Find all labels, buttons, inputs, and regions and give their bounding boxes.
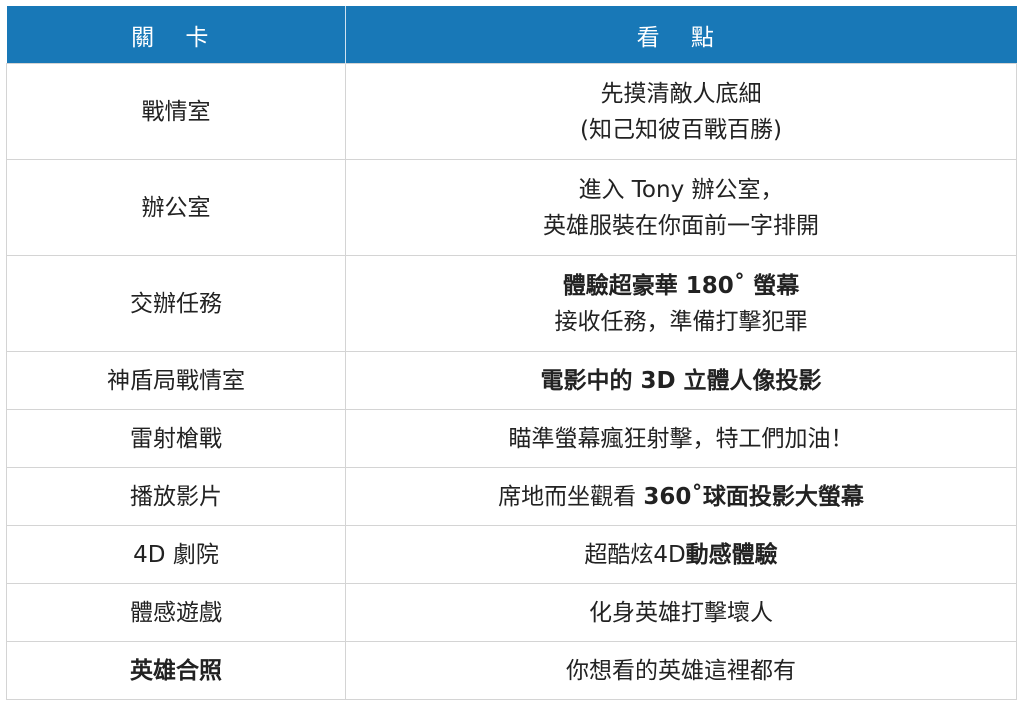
highlight-text: 接收任務，準備打擊犯罪 [554, 308, 808, 335]
header-stage: 關 卡 [6, 6, 346, 64]
highlight-text-bold: 360˚球面投影大螢幕 [643, 483, 864, 510]
stage-cell: 交辦任務 [6, 255, 346, 352]
table-row: 雷射槍戰 瞄準螢幕瘋狂射擊，特工們加油！ [6, 409, 1017, 468]
highlight-text: 瞄準螢幕瘋狂射擊，特工們加油！ [508, 425, 854, 452]
highlight-text: 進入 Tony 辦公室， [578, 176, 784, 203]
stage-name: 播放影片 [130, 483, 222, 510]
highlight-text: 席地而坐觀看 [498, 483, 644, 510]
attractions-table: 關 卡 看 點 戰情室 先摸清敵人底細 (知己知彼百戰百勝) 辦公室 進入 To… [6, 6, 1017, 700]
stage-cell: 播放影片 [6, 467, 346, 526]
highlight-line-1: 瞄準螢幕瘋狂射擊，特工們加油！ [356, 421, 1006, 457]
table-row: 交辦任務 體驗超豪華 180˚ 螢幕 接收任務，準備打擊犯罪 [6, 255, 1017, 352]
stage-cell: 辦公室 [6, 159, 346, 256]
stage-cell: 4D 劇院 [6, 525, 346, 584]
stage-name: 神盾局戰情室 [107, 367, 245, 394]
stage-name: 交辦任務 [130, 290, 222, 317]
highlight-line-1: 先摸清敵人底細 [356, 76, 1006, 112]
table-header: 關 卡 看 點 [6, 6, 1017, 64]
table-body: 戰情室 先摸清敵人底細 (知己知彼百戰百勝) 辦公室 進入 Tony 辦公室， … [6, 63, 1017, 700]
highlight-line-2: (知己知彼百戰百勝) [356, 112, 1006, 148]
highlight-line-1: 化身英雄打擊壞人 [356, 595, 1006, 631]
highlight-line-1: 電影中的 3D 立體人像投影 [356, 363, 1006, 399]
highlight-text: 英雄服裝在你面前一字排開 [543, 212, 819, 239]
stage-cell: 神盾局戰情室 [6, 351, 346, 410]
table-row: 體感遊戲 化身英雄打擊壞人 [6, 583, 1017, 642]
table-row: 英雄合照 你想看的英雄這裡都有 [6, 641, 1017, 700]
highlight-text-bold: 體驗超豪華 180˚ 螢幕 [562, 272, 800, 299]
highlight-cell: 你想看的英雄這裡都有 [345, 641, 1017, 700]
table-row: 4D 劇院 超酷炫4D動感體驗 [6, 525, 1017, 584]
stage-name: 雷射槍戰 [130, 425, 222, 452]
table-row: 戰情室 先摸清敵人底細 (知己知彼百戰百勝) [6, 63, 1017, 160]
highlight-line-2: 英雄服裝在你面前一字排開 [356, 208, 1006, 244]
highlight-text: 你想看的英雄這裡都有 [566, 657, 796, 684]
stage-cell: 雷射槍戰 [6, 409, 346, 468]
highlight-text: 超酷炫4D [584, 541, 686, 568]
table-row: 播放影片 席地而坐觀看 360˚球面投影大螢幕 [6, 467, 1017, 526]
highlight-cell: 化身英雄打擊壞人 [345, 583, 1017, 642]
highlight-cell: 超酷炫4D動感體驗 [345, 525, 1017, 584]
stage-name: 體感遊戲 [130, 599, 222, 626]
stage-cell: 體感遊戲 [6, 583, 346, 642]
highlight-cell: 體驗超豪華 180˚ 螢幕 接收任務，準備打擊犯罪 [345, 255, 1017, 352]
stage-name: 戰情室 [141, 98, 211, 125]
highlight-text-bold: 動感體驗 [685, 541, 778, 568]
highlight-line-1: 超酷炫4D動感體驗 [356, 537, 1006, 573]
highlight-line-2: 接收任務，準備打擊犯罪 [356, 304, 1006, 340]
highlight-text: 化身英雄打擊壞人 [589, 599, 773, 626]
stage-name: 4D 劇院 [133, 541, 219, 568]
stage-cell: 英雄合照 [6, 641, 346, 700]
highlight-line-1: 你想看的英雄這裡都有 [356, 653, 1006, 689]
stage-cell: 戰情室 [6, 63, 346, 160]
attractions-table-container: 關 卡 看 點 戰情室 先摸清敵人底細 (知己知彼百戰百勝) 辦公室 進入 To… [6, 6, 1017, 700]
header-highlights: 看 點 [345, 6, 1017, 64]
table-row: 辦公室 進入 Tony 辦公室， 英雄服裝在你面前一字排開 [6, 159, 1017, 256]
highlight-text: (知己知彼百戰百勝) [580, 116, 782, 143]
table-row: 神盾局戰情室 電影中的 3D 立體人像投影 [6, 351, 1017, 410]
highlight-line-1: 席地而坐觀看 360˚球面投影大螢幕 [356, 479, 1006, 515]
highlight-cell: 電影中的 3D 立體人像投影 [345, 351, 1017, 410]
highlight-line-1: 體驗超豪華 180˚ 螢幕 [356, 268, 1006, 304]
highlight-line-1: 進入 Tony 辦公室， [356, 172, 1006, 208]
highlight-cell: 進入 Tony 辦公室， 英雄服裝在你面前一字排開 [345, 159, 1017, 256]
highlight-text-bold: 電影中的 3D 立體人像投影 [540, 367, 822, 394]
highlight-cell: 瞄準螢幕瘋狂射擊，特工們加油！ [345, 409, 1017, 468]
stage-name: 辦公室 [141, 194, 211, 221]
header-row: 關 卡 看 點 [6, 6, 1017, 64]
highlight-cell: 先摸清敵人底細 (知己知彼百戰百勝) [345, 63, 1017, 160]
highlight-text: 先摸清敵人底細 [600, 80, 762, 107]
stage-name: 英雄合照 [130, 657, 222, 684]
highlight-cell: 席地而坐觀看 360˚球面投影大螢幕 [345, 467, 1017, 526]
